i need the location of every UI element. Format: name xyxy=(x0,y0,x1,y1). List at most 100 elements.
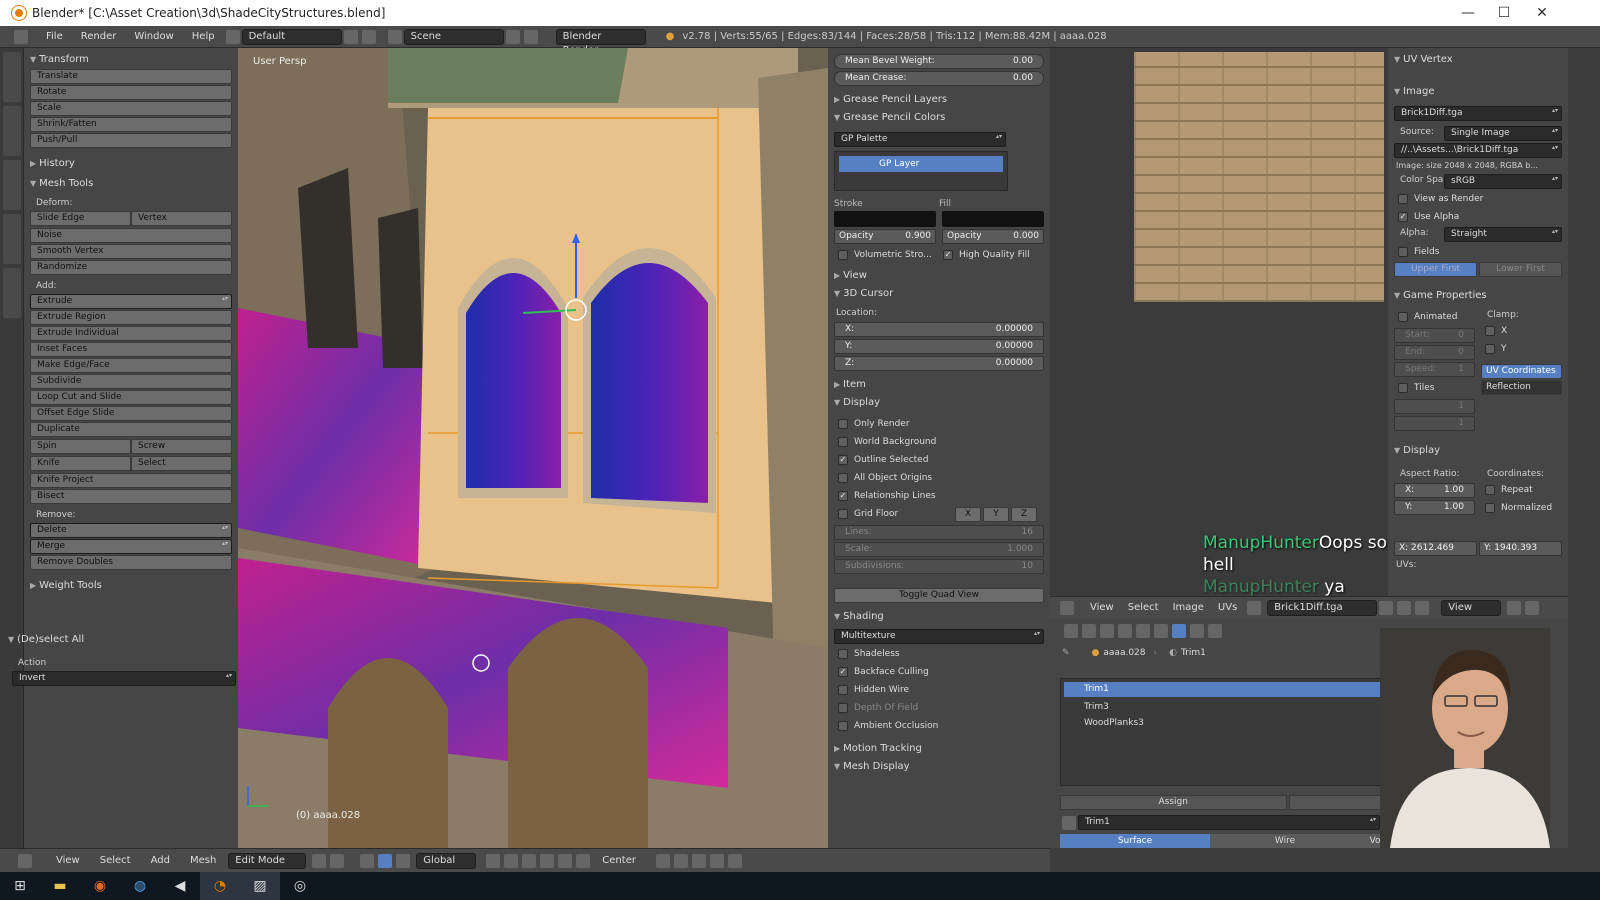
properties-tool-icon[interactable] xyxy=(1100,624,1114,638)
upper-first-button[interactable]: Upper First xyxy=(1394,262,1477,277)
occlude-icon[interactable] xyxy=(576,853,591,868)
stroke-color-swatch[interactable] xyxy=(834,211,936,227)
clamp-x-checkbox[interactable]: X xyxy=(1481,322,1562,340)
subdivide-button[interactable]: Subdivide xyxy=(30,374,232,389)
grid-subdivisions-field[interactable]: Subdivisions: 10 xyxy=(834,559,1044,574)
panel-grease-pencil-colors[interactable]: ▼ Grease Pencil Colors xyxy=(834,110,1044,126)
stroke-opacity-field[interactable]: Opacity 0.900 xyxy=(834,229,936,244)
clamp-y-checkbox[interactable]: Y xyxy=(1481,340,1562,358)
properties-tool-icon[interactable] xyxy=(1190,624,1204,638)
randomize-button[interactable]: Randomize xyxy=(30,260,232,275)
cursor-x-field[interactable]: X: 0.00000 xyxy=(834,322,1044,337)
offset-edge-slide-button[interactable]: Offset Edge Slide xyxy=(30,406,232,421)
shading-icon[interactable] xyxy=(312,853,327,868)
aspect-x-field[interactable]: X: 1.00 xyxy=(1394,483,1475,498)
cursor-x-readout[interactable]: X: 2612.469 xyxy=(1394,541,1477,556)
shadeless-checkbox[interactable]: Shadeless xyxy=(834,645,1044,663)
tiles-y-field[interactable]: 1 xyxy=(1394,416,1475,431)
properties-tool-icon[interactable] xyxy=(1118,624,1132,638)
material-tab-icon[interactable] xyxy=(1172,624,1186,638)
slide-vertex-button[interactable]: Vertex xyxy=(131,211,232,226)
tab-grease-pencil[interactable] xyxy=(3,268,21,318)
panel-item[interactable]: ▶ Item xyxy=(834,377,1044,393)
scene-select[interactable]: Scene xyxy=(403,28,504,45)
tab-surface[interactable]: Surface xyxy=(1060,834,1210,848)
zoom-icon[interactable] xyxy=(1525,600,1540,615)
gp-layer-row[interactable]: GP Layer xyxy=(839,156,1003,172)
reflection-button[interactable]: Reflection xyxy=(1481,380,1562,395)
media-player-icon[interactable]: ◀ xyxy=(160,872,200,900)
properties-tool-icon[interactable] xyxy=(1136,624,1150,638)
action-select[interactable]: Invert xyxy=(12,671,236,686)
make-edge-face-button[interactable]: Make Edge/Face xyxy=(30,358,232,373)
proportional-edit-icon[interactable] xyxy=(691,853,706,868)
extrude-region-button[interactable]: Extrude Region xyxy=(30,310,232,325)
menu-view[interactable]: View xyxy=(56,855,80,866)
push-pull-button[interactable]: Push/Pull xyxy=(30,133,232,148)
material-browse-icon[interactable] xyxy=(1062,815,1076,830)
extrude-menu[interactable]: Extrude xyxy=(30,294,232,309)
viewport-scene[interactable] xyxy=(238,48,828,848)
add-layout-icon[interactable] xyxy=(343,29,358,44)
properties-tool-icon[interactable] xyxy=(1154,624,1168,638)
menu-add[interactable]: Add xyxy=(151,855,170,866)
inset-faces-button[interactable]: Inset Faces xyxy=(30,342,232,357)
tiles-checkbox[interactable]: Tiles xyxy=(1394,379,1475,397)
backface-culling-checkbox[interactable]: ✓ Backface Culling xyxy=(834,663,1044,681)
outline-selected-checkbox[interactable]: ✓ Outline Selected xyxy=(834,451,1044,469)
panel-shading[interactable]: ▼ Shading xyxy=(834,609,1044,625)
duplicate-button[interactable]: Duplicate xyxy=(30,422,232,437)
axis-y-toggle[interactable]: Y xyxy=(983,506,1009,522)
camera-icon[interactable] xyxy=(727,853,742,868)
uv-menu-select[interactable]: Select xyxy=(1128,602,1159,613)
firefox-icon[interactable]: ◉ xyxy=(80,872,120,900)
remove-layout-icon[interactable] xyxy=(361,29,376,44)
render-engine-select[interactable]: Blender Render xyxy=(555,28,646,56)
smooth-vertex-button[interactable]: Smooth Vertex xyxy=(30,244,232,259)
knife-button[interactable]: Knife xyxy=(30,456,131,471)
editor-type-icon[interactable] xyxy=(14,29,28,44)
obs-icon[interactable]: ◎ xyxy=(280,872,320,900)
layout-select[interactable]: Default xyxy=(241,28,342,45)
properties-tool-icon[interactable] xyxy=(1064,624,1078,638)
assign-material-button[interactable]: Assign xyxy=(1060,795,1287,810)
extrude-individual-button[interactable]: Extrude Individual xyxy=(30,326,232,341)
relationship-lines-checkbox[interactable]: ✓ Relationship Lines xyxy=(834,487,1044,505)
screw-button[interactable]: Screw xyxy=(131,439,232,454)
cursor-y-field[interactable]: Y: 0.00000 xyxy=(834,339,1044,354)
all-object-origins-checkbox[interactable]: All Object Origins xyxy=(834,469,1044,487)
pivot-center-label[interactable]: Center xyxy=(602,855,636,866)
pivot-icon[interactable] xyxy=(330,853,345,868)
remove-scene-icon[interactable] xyxy=(523,29,538,44)
uv-image-select[interactable]: Brick1Diff.tga xyxy=(1267,599,1378,616)
fields-checkbox[interactable]: Fields xyxy=(1394,243,1562,261)
fill-color-swatch[interactable] xyxy=(942,211,1044,227)
rotate-button[interactable]: Rotate xyxy=(30,85,232,100)
tab-shading-uvs[interactable] xyxy=(3,160,21,210)
cursor-z-field[interactable]: Z: 0.00000 xyxy=(834,356,1044,371)
hidden-wire-checkbox[interactable]: Hidden Wire xyxy=(834,681,1044,699)
aspect-y-field[interactable]: Y: 1.00 xyxy=(1394,500,1475,515)
delete-menu[interactable]: Delete xyxy=(30,523,232,538)
tab-create[interactable] xyxy=(3,106,21,156)
menu-mesh[interactable]: Mesh xyxy=(190,855,216,866)
knife-project-button[interactable]: Knife Project xyxy=(30,473,232,488)
loop-cut-button[interactable]: Loop Cut and Slide xyxy=(30,390,232,405)
world-background-checkbox[interactable]: World Background xyxy=(834,433,1044,451)
rotate-manipulator-icon[interactable] xyxy=(396,853,411,868)
panel-history[interactable]: ▶ History xyxy=(30,156,232,172)
snap-icon[interactable] xyxy=(655,853,670,868)
open-image-icon[interactable] xyxy=(1415,600,1430,615)
vertex-select-icon[interactable] xyxy=(522,853,537,868)
properties-tool-icon[interactable] xyxy=(1082,624,1096,638)
translate-manipulator-icon[interactable] xyxy=(378,853,393,868)
uv-image-editor[interactable]: ManupHunterOops sorry for the link from … xyxy=(1050,48,1553,597)
end-field[interactable]: End: 0 xyxy=(1394,345,1475,360)
gp-palette-select[interactable]: GP Palette xyxy=(834,132,1006,147)
editor-type-icon[interactable] xyxy=(1060,600,1074,615)
edge-select-icon[interactable] xyxy=(540,853,555,868)
pin-icon[interactable] xyxy=(1379,600,1394,615)
panel-transform[interactable]: ▼ Transform xyxy=(30,52,232,68)
brick-texture-image[interactable] xyxy=(1134,52,1384,302)
menu-file[interactable]: File xyxy=(46,31,63,42)
